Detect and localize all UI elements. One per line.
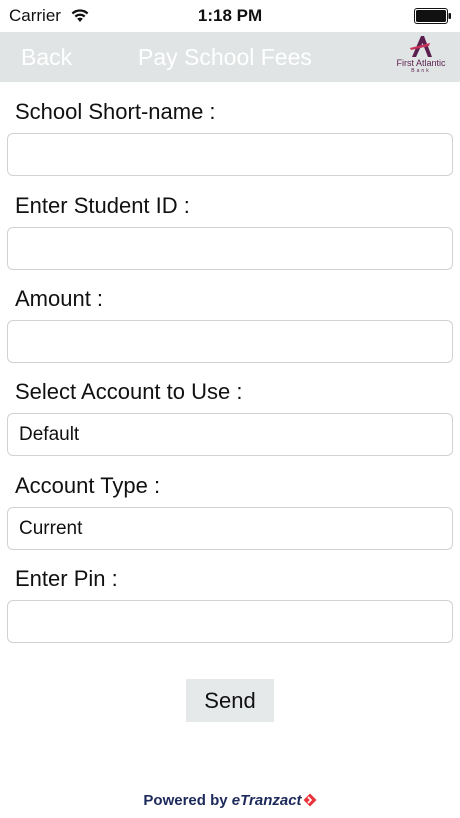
powered-by-footer: Powered by eTranzact [0, 792, 460, 811]
powered-by-label: Powered by [143, 792, 228, 809]
select-account-label: Select Account to Use : [15, 379, 243, 404]
student-id-input[interactable] [7, 227, 453, 270]
back-button[interactable]: Back [21, 44, 72, 71]
status-time: 1:18 PM [197, 6, 263, 25]
first-atlantic-logo-icon [410, 36, 432, 57]
bank-logo-name: First Atlantic [396, 58, 446, 68]
amount-label: Amount : [15, 286, 104, 311]
account-type-select[interactable]: Current [7, 507, 453, 550]
school-short-name-input[interactable] [7, 133, 453, 176]
account-type-select-value: Current [19, 518, 83, 539]
account-select-value: Default [19, 424, 80, 445]
account-select[interactable]: Default [7, 413, 453, 456]
bank-logo: First Atlantic Bank [390, 34, 452, 80]
send-button[interactable]: Send [186, 679, 274, 722]
navigation-bar: Back Pay School Fees First Atlantic Bank [0, 32, 460, 82]
school-short-name-label: School Short-name : [15, 99, 216, 124]
pin-label: Enter Pin : [15, 566, 118, 591]
account-type-label: Account Type : [15, 473, 161, 498]
etranzact-brand: eTranzact [231, 792, 302, 809]
amount-input[interactable] [7, 320, 453, 363]
etranzact-diamond-icon [303, 793, 317, 811]
pin-input[interactable] [7, 600, 453, 643]
page-title: Pay School Fees [138, 44, 312, 70]
bank-logo-sub: Bank [411, 68, 431, 74]
student-id-label: Enter Student ID : [15, 193, 190, 218]
status-bar: Carrier 1:18 PM [0, 0, 460, 32]
battery-icon [414, 8, 452, 24]
